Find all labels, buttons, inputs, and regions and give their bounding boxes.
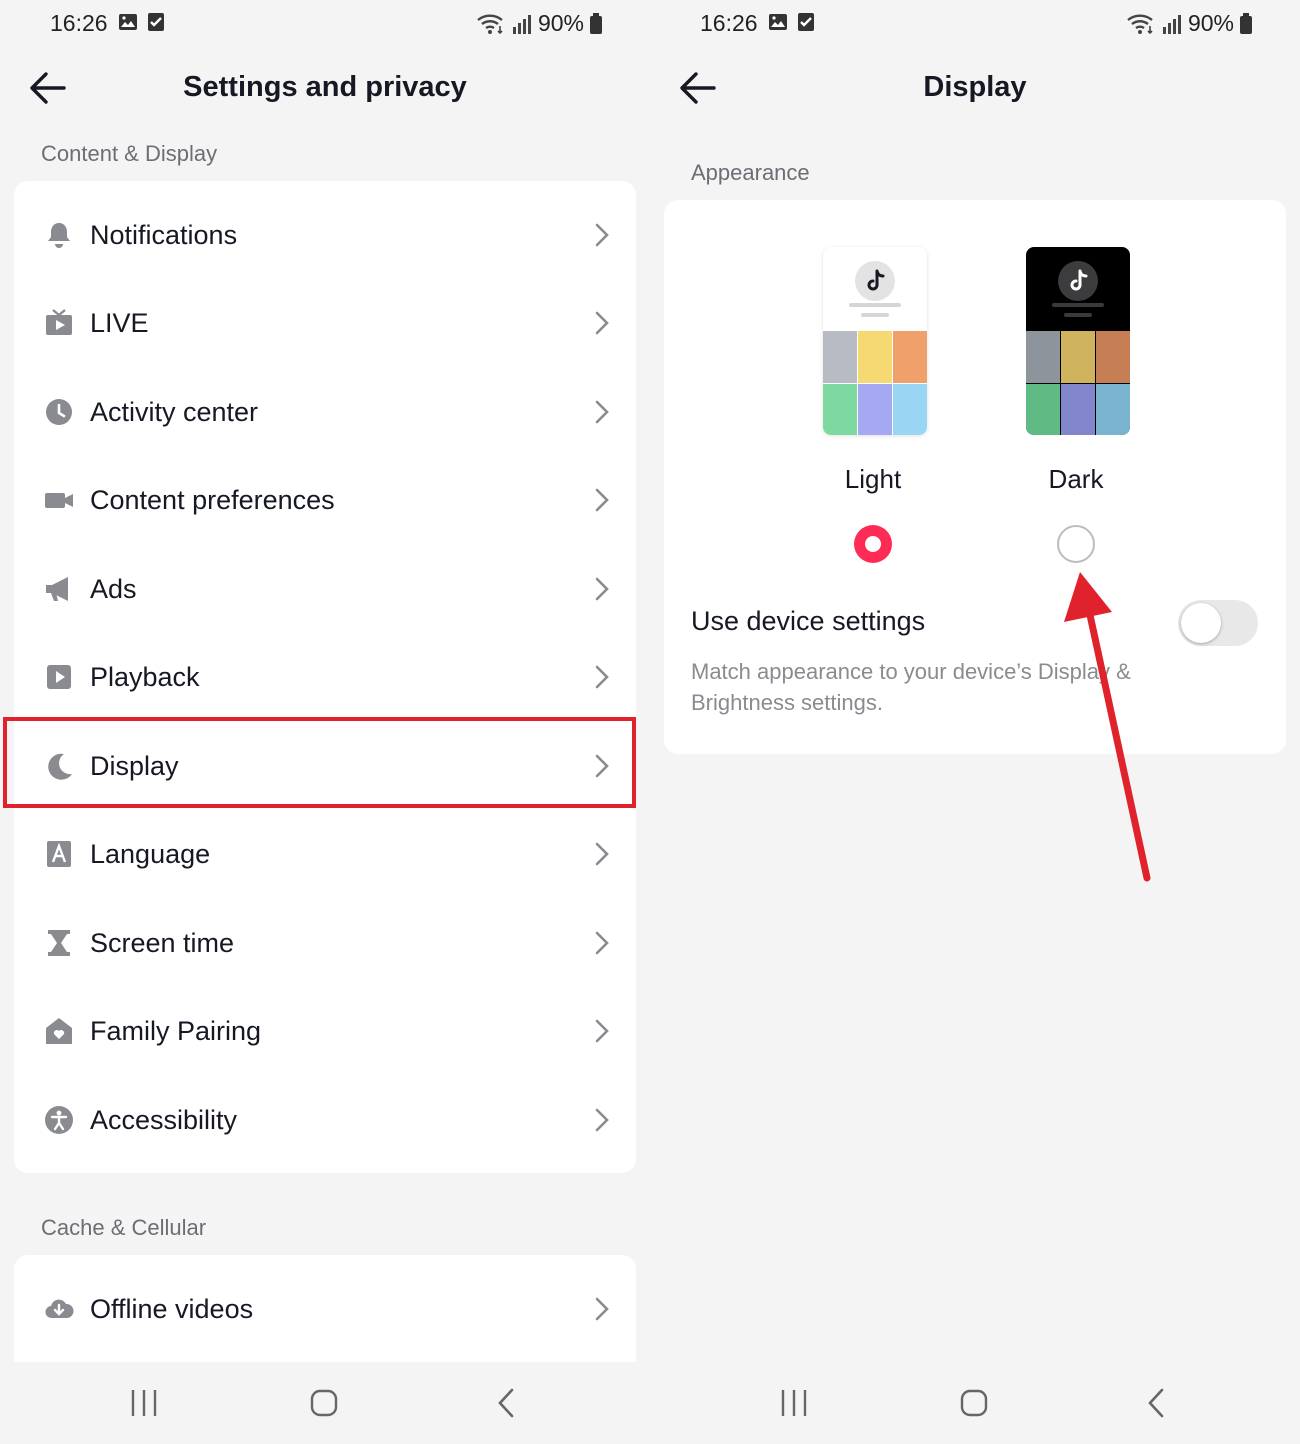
section-label-appearance: Appearance: [691, 160, 810, 185]
home-icon[interactable]: [960, 1388, 988, 1418]
page-title: Settings and privacy: [183, 71, 467, 103]
display-highlight-box: [3, 717, 636, 808]
chevron-right-icon: [595, 223, 609, 247]
clock-icon: [44, 397, 74, 427]
home-heart-icon: [44, 1016, 74, 1046]
section-label-content-display: Content & Display: [41, 141, 218, 166]
settings-item-live[interactable]: LIVE: [14, 279, 636, 367]
status-time: 16:26: [50, 10, 108, 36]
hourglass-icon: [44, 928, 74, 958]
tiktok-logo-icon: [1058, 261, 1098, 301]
settings-item-language[interactable]: Language: [14, 810, 636, 898]
chevron-right-icon: [595, 311, 609, 335]
check-square-icon: [148, 13, 164, 31]
chevron-right-icon: [595, 842, 609, 866]
light-theme-label: Light: [844, 464, 902, 494]
chevron-right-icon: [595, 1019, 609, 1043]
display-screen: 16:26 90% Display Appearance Light Dark …: [650, 0, 1300, 1444]
use-device-settings-toggle[interactable]: [1178, 600, 1258, 646]
section-label-cache-cellular: Cache & Cellular: [41, 1215, 207, 1240]
status-time: 16:26: [700, 10, 758, 36]
appearance-card: Light Dark Use device settings Match app…: [664, 200, 1286, 754]
android-nav-bar: [0, 1362, 650, 1444]
signal-icon: [1162, 14, 1181, 34]
settings-item-label: Offline videos: [90, 1293, 254, 1324]
status-bar: 16:26 90%: [650, 0, 1300, 48]
settings-item-activity-center[interactable]: Activity center: [14, 368, 636, 456]
wifi-icon: [1127, 14, 1153, 34]
nav-back-icon[interactable]: [1146, 1388, 1166, 1418]
chevron-right-icon: [595, 665, 609, 689]
battery-percent: 90%: [537, 10, 584, 36]
tv-icon: [44, 308, 74, 338]
recent-apps-icon[interactable]: [130, 1388, 158, 1418]
bell-icon: [44, 220, 74, 250]
settings-item-label: Activity center: [90, 396, 259, 427]
tiktok-logo-icon: [855, 261, 895, 301]
settings-item-offline-videos[interactable]: Offline videos: [14, 1265, 636, 1353]
battery-icon: [590, 12, 602, 34]
language-icon: [44, 839, 74, 869]
recent-apps-icon[interactable]: [780, 1388, 808, 1418]
light-theme-radio[interactable]: [854, 525, 892, 563]
chevron-right-icon: [595, 1297, 609, 1321]
settings-item-notifications[interactable]: Notifications: [14, 191, 636, 279]
toggle-knob: [1181, 603, 1221, 643]
wifi-icon: [477, 14, 503, 34]
dark-theme-preview[interactable]: [1026, 247, 1130, 435]
settings-item-label: Playback: [90, 661, 200, 692]
settings-item-label: Screen time: [90, 927, 235, 958]
annotation-arrow: [1064, 572, 1151, 882]
chevron-right-icon: [595, 488, 609, 512]
chevron-right-icon: [595, 1108, 609, 1132]
chevron-right-icon: [595, 931, 609, 955]
android-nav-bar: [650, 1362, 1300, 1444]
cloud-download-icon: [44, 1294, 74, 1324]
accessibility-icon: [44, 1105, 74, 1135]
settings-item-content-preferences[interactable]: Content preferences: [14, 456, 636, 544]
home-icon[interactable]: [310, 1388, 338, 1418]
check-square-icon: [798, 13, 814, 31]
settings-item-label: Ads: [90, 573, 137, 604]
settings-item-screen-time[interactable]: Screen time: [14, 899, 636, 987]
page-title: Display: [923, 71, 1027, 103]
use-device-settings-title: Use device settings: [691, 606, 926, 636]
megaphone-icon: [44, 574, 74, 604]
content-display-card: Notifications LIVE Activity center Conte…: [14, 181, 636, 1173]
play-icon: [44, 662, 74, 692]
nav-back-icon[interactable]: [496, 1388, 516, 1418]
chevron-right-icon: [595, 577, 609, 601]
status-bar: 16:26 90%: [0, 0, 650, 48]
settings-item-ads[interactable]: Ads: [14, 545, 636, 633]
settings-item-label: Accessibility: [90, 1104, 238, 1135]
dark-theme-label: Dark: [1048, 464, 1104, 494]
battery-percent: 90%: [1187, 10, 1234, 36]
dark-theme-radio[interactable]: [1057, 525, 1095, 563]
settings-item-family-pairing[interactable]: Family Pairing: [14, 987, 636, 1075]
signal-icon: [512, 14, 531, 34]
chevron-right-icon: [595, 400, 609, 424]
settings-item-label: Language: [90, 838, 211, 869]
settings-item-playback[interactable]: Playback: [14, 633, 636, 721]
settings-item-label: LIVE: [90, 307, 149, 338]
settings-item-label: Content preferences: [90, 484, 335, 515]
settings-item-label: Notifications: [90, 219, 238, 250]
gallery-icon: [769, 14, 787, 30]
video-camera-icon: [44, 485, 74, 515]
settings-item-label: Family Pairing: [90, 1015, 262, 1046]
light-theme-preview[interactable]: [823, 247, 927, 435]
settings-item-accessibility[interactable]: Accessibility: [14, 1076, 636, 1164]
settings-privacy-screen: 16:26 90% Settings and privacy Content &…: [0, 0, 650, 1444]
gallery-icon: [119, 14, 137, 30]
battery-icon: [1240, 12, 1252, 34]
